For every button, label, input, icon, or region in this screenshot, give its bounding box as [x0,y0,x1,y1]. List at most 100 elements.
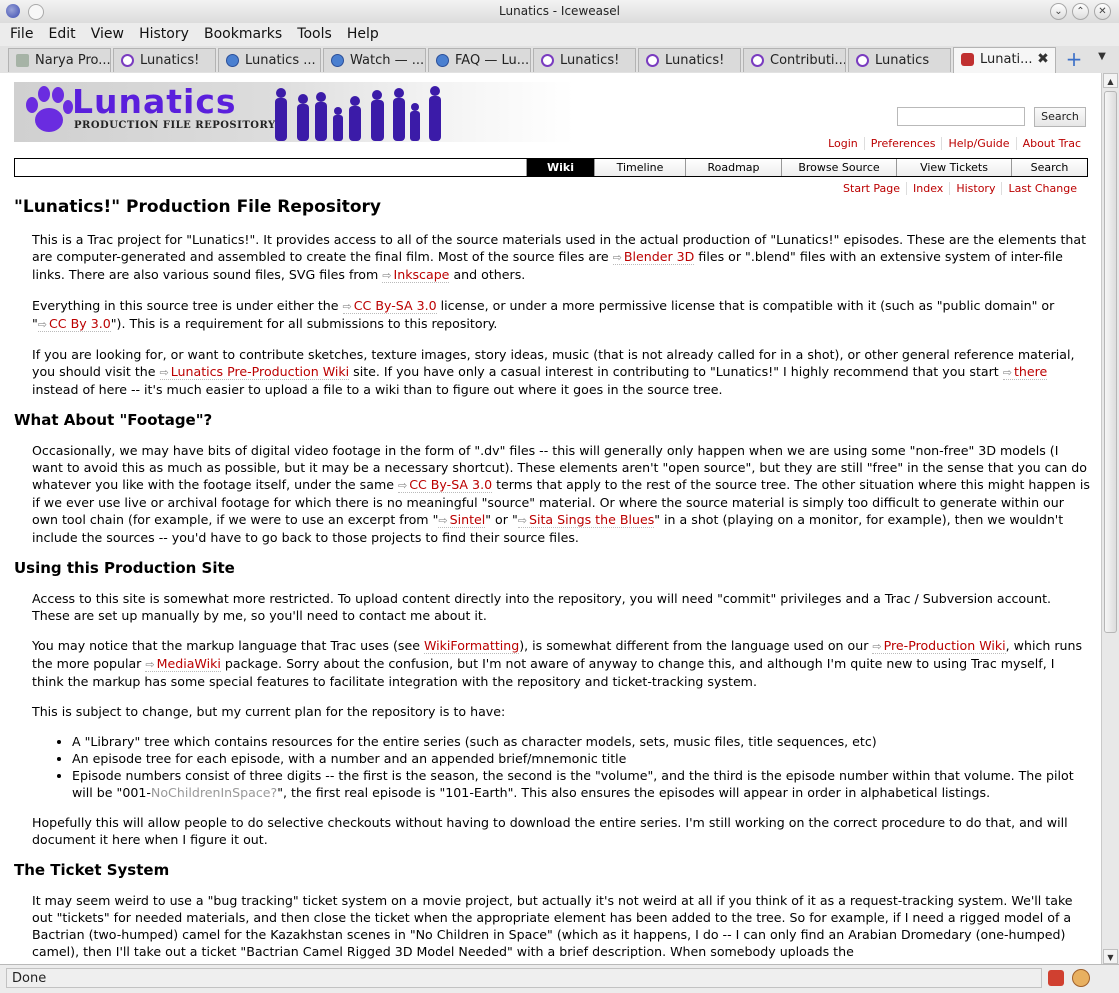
tab-list-dropdown-icon[interactable]: ▼ [1094,51,1110,67]
last-change-link[interactable]: Last Change [1001,182,1083,195]
minimize-button[interactable]: ⌄ [1050,3,1067,20]
menu-tools[interactable]: Tools [297,23,332,42]
adblock-icon[interactable] [1048,970,1064,986]
close-window-button[interactable]: ✕ [1094,3,1111,20]
mediawiki-link[interactable]: MediaWiki [145,656,221,672]
tab-3[interactable]: Lunatics ... [218,48,321,72]
paw-icon [961,53,974,66]
preproduction-wiki-link-2[interactable]: Pre-Production Wiki [872,638,1006,654]
cc-by-sa-link-2[interactable]: CC By-SA 3.0 [397,477,493,493]
moon-icon [121,54,134,67]
tab-7[interactable]: Lunatics! [638,48,741,72]
page-icon [16,54,29,67]
search-input[interactable] [897,107,1025,126]
close-tab-icon[interactable]: ✖ [1035,51,1051,67]
people-silhouettes-icon [275,86,441,141]
help-guide-link[interactable]: Help/Guide [941,137,1016,150]
tab-label: Lunatics ... [245,53,316,68]
tab-8[interactable]: Contributi... [743,48,846,72]
scroll-down-icon[interactable]: ▼ [1103,949,1118,964]
nav-browse-source[interactable]: Browse Source [781,159,896,176]
preferences-link[interactable]: Preferences [863,137,942,150]
heading-footage: What About "Footage"? [14,411,213,429]
window-title: Lunatics - Iceweasel [499,4,620,18]
access-paragraph: Access to this site is somewhat more res… [32,591,1052,623]
tab-label: Watch — ... [350,53,425,68]
menu-file[interactable]: File [10,23,33,42]
menu-history[interactable]: History [139,23,189,42]
list-item: A "Library" tree which contains resource… [72,733,1090,750]
gear-icon [331,54,344,67]
window-titlebar: Lunatics - Iceweasel ⌄ ⌃ ✕ [0,0,1119,24]
nav-view-tickets[interactable]: View Tickets [896,159,1011,176]
sintel-link[interactable]: Sintel [438,512,486,528]
history-link[interactable]: History [949,182,1002,195]
tab-9[interactable]: Lunatics [848,48,951,72]
about-trac-link[interactable]: About Trac [1015,137,1087,150]
intro-paragraph: This is a Trac project for "Lunatics!". … [32,231,1090,284]
wikiformatting-link[interactable]: WikiFormatting [423,638,520,654]
tab-bar: Narya Pro... Lunatics! Lunatics ... Watc… [0,46,1119,74]
tab-2[interactable]: Lunatics! [113,48,216,72]
meta-nav: Login Preferences Help/Guide About Trac [822,137,1087,150]
nav-wiki[interactable]: Wiki [526,159,594,176]
tab-label: Lunatics [875,53,930,68]
menu-bar: File Edit View History Bookmarks Tools H… [0,23,1119,45]
ticket-paragraph: It may seem weird to use a "bug tracking… [32,893,1073,959]
nav-timeline[interactable]: Timeline [594,159,685,176]
paw-logo-icon [26,86,73,132]
nav-roadmap[interactable]: Roadmap [685,159,781,176]
tab-label: FAQ — Lu... [455,53,530,68]
tab-1[interactable]: Narya Pro... [8,48,111,72]
preproduction-wiki-link[interactable]: Lunatics Pre-Production Wiki [159,364,350,380]
scroll-up-icon[interactable]: ▲ [1103,73,1118,88]
page-viewport: Lunatics PRODUCTION FILE REPOSITORY Sear… [0,73,1101,964]
tab-label: Lunatics! [560,53,620,68]
blender-link[interactable]: Blender 3D [612,249,695,265]
tab-label: Narya Pro... [35,53,111,68]
tab-5[interactable]: FAQ — Lu... [428,48,531,72]
heading-using-site: Using this Production Site [14,559,235,577]
main-nav: Wiki Timeline Roadmap Browse Source View… [14,158,1088,177]
menu-help[interactable]: Help [347,23,379,42]
heading-ticket-system: The Ticket System [14,861,170,879]
sita-link[interactable]: Sita Sings the Blues [517,512,655,528]
greasemonkey-icon[interactable] [1072,969,1090,987]
login-link[interactable]: Login [822,137,864,150]
wiki-content: "Lunatics!" Production File Repository T… [14,197,1090,964]
there-link[interactable]: there [1002,364,1048,380]
moon-icon [856,54,869,67]
inkscape-link[interactable]: Inkscape [382,267,450,283]
cc-by-link[interactable]: CC By 3.0 [37,316,111,332]
tab-10-active[interactable]: Lunati... ✖ [953,47,1056,73]
cc-by-sa-link[interactable]: CC By-SA 3.0 [342,298,437,314]
list-item: Episode numbers consist of three digits … [72,767,1090,801]
preproduction-paragraph: If you are looking for, or want to contr… [32,346,1090,398]
tab-4[interactable]: Watch — ... [323,48,426,72]
nav-search[interactable]: Search [1011,159,1087,176]
menu-bookmarks[interactable]: Bookmarks [204,23,282,42]
menu-view[interactable]: View [91,23,124,42]
tab-6[interactable]: Lunatics! [533,48,636,72]
list-item: An episode tree for each episode, with a… [72,750,1090,767]
maximize-button[interactable]: ⌃ [1072,3,1089,20]
checkout-paragraph: Hopefully this will allow people to do s… [32,815,1068,847]
moon-icon [541,54,554,67]
plan-paragraph: This is subject to change, but my curren… [32,704,506,719]
page-title: "Lunatics!" Production File Repository [14,197,381,217]
moon-icon [646,54,659,67]
nochildreninspace-link[interactable]: NoChildrenInSpace? [151,785,277,800]
index-link[interactable]: Index [906,182,950,195]
moon-icon [751,54,764,67]
start-page-link[interactable]: Start Page [837,182,906,195]
scrollbar-thumb[interactable] [1104,91,1117,633]
markup-paragraph: You may notice that the markup language … [32,637,1090,690]
new-tab-button[interactable]: + [1064,49,1084,69]
site-banner: Lunatics PRODUCTION FILE REPOSITORY [14,82,574,142]
license-paragraph: Everything in this source tree is under … [32,297,1090,333]
tab-label: Contributi... [770,53,846,68]
footage-paragraph: Occasionally, we may have bits of digita… [32,442,1090,546]
vertical-scrollbar[interactable]: ▲ ▼ [1101,73,1119,964]
menu-edit[interactable]: Edit [49,23,76,42]
search-button[interactable]: Search [1034,107,1086,127]
